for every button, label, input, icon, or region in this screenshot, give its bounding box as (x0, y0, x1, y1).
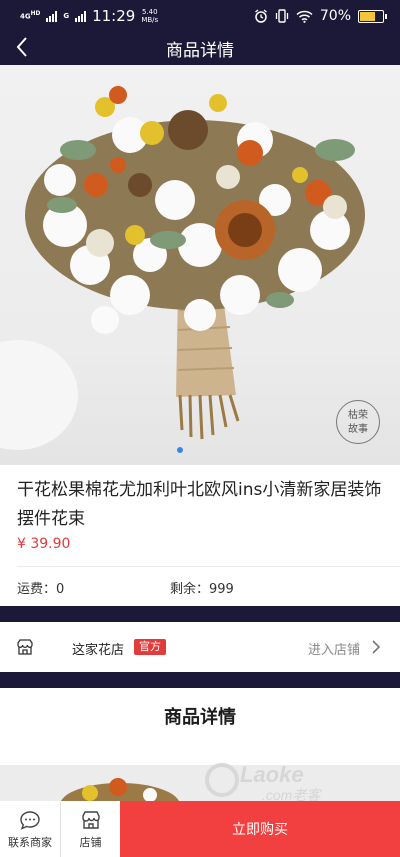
shipping-fee: 运费：0 (17, 582, 65, 597)
page-title: 商品详情 (166, 41, 234, 61)
wifi-icon (296, 10, 313, 23)
signal2-icon (75, 10, 87, 22)
bouquet-illustration (0, 86, 365, 450)
contact-seller-button[interactable]: 联系商家 (0, 801, 60, 857)
carousel-dot[interactable] (177, 447, 183, 453)
battery-fill (360, 11, 375, 21)
net-speed-unit: MB/s (141, 16, 159, 24)
signal-icon (46, 10, 58, 22)
status-bar: 4GHD G 11:29 5.40 MB/s 70% (0, 0, 400, 32)
stock-remaining: 剩余：999 (170, 582, 234, 597)
buy-now-button[interactable]: 立即购买 (120, 801, 400, 857)
watermark-logo: Laoke .com老客 (205, 762, 322, 803)
store-name: 这家花店 (72, 643, 125, 658)
chevron-right-icon[interactable] (370, 638, 382, 656)
store-button-label: 店铺 (79, 836, 102, 849)
bottom-action-bar: 联系商家 店铺 立即购买 (0, 801, 400, 857)
product-image[interactable]: 枯荣故事 (0, 65, 400, 465)
top-bar: 4GHD G 11:29 5.40 MB/s 70% 商品详情 (0, 0, 400, 65)
network-sub-label: HD (30, 11, 41, 18)
divider (17, 566, 400, 567)
battery-icon (358, 9, 387, 23)
chat-icon (20, 811, 40, 830)
shop-icon (81, 811, 100, 829)
net-speed-value: 5.40 (141, 8, 158, 16)
contact-seller-label: 联系商家 (8, 836, 52, 849)
section-separator (0, 672, 400, 688)
battery-percent: 70% (319, 8, 351, 24)
details-title: 商品详情 (164, 707, 236, 728)
alarm-icon (254, 9, 267, 23)
store-button[interactable]: 店铺 (61, 801, 120, 857)
brand-seal: 枯荣故事 (336, 400, 380, 444)
vibrate-icon (275, 9, 289, 23)
network-indicator: 4GHD (20, 11, 40, 20)
product-price: ¥ 39.90 (17, 536, 71, 552)
net-speed: 5.40 MB/s (141, 8, 158, 24)
enter-store-link[interactable]: 进入店铺 (308, 639, 360, 658)
network-label: 4G (20, 12, 31, 21)
watermark-text: Laoke (240, 762, 304, 787)
official-badge: 官方 (134, 639, 166, 655)
product-name: 干花松果棉花尤加利叶北欧风ins小清新家居装饰摆件花束 (17, 480, 382, 529)
store-row[interactable]: 这家花店 官方 进入店铺 (0, 622, 400, 672)
network2-label: G (63, 11, 70, 20)
status-right: 70% (254, 8, 387, 24)
store-icon (17, 639, 33, 655)
status-left: 4GHD G 11:29 5.40 MB/s (20, 7, 158, 25)
nav-bar: 商品详情 (0, 32, 400, 65)
section-separator (0, 606, 400, 622)
brand-seal-text: 枯荣故事 (348, 410, 368, 435)
clock: 11:29 (92, 7, 136, 25)
